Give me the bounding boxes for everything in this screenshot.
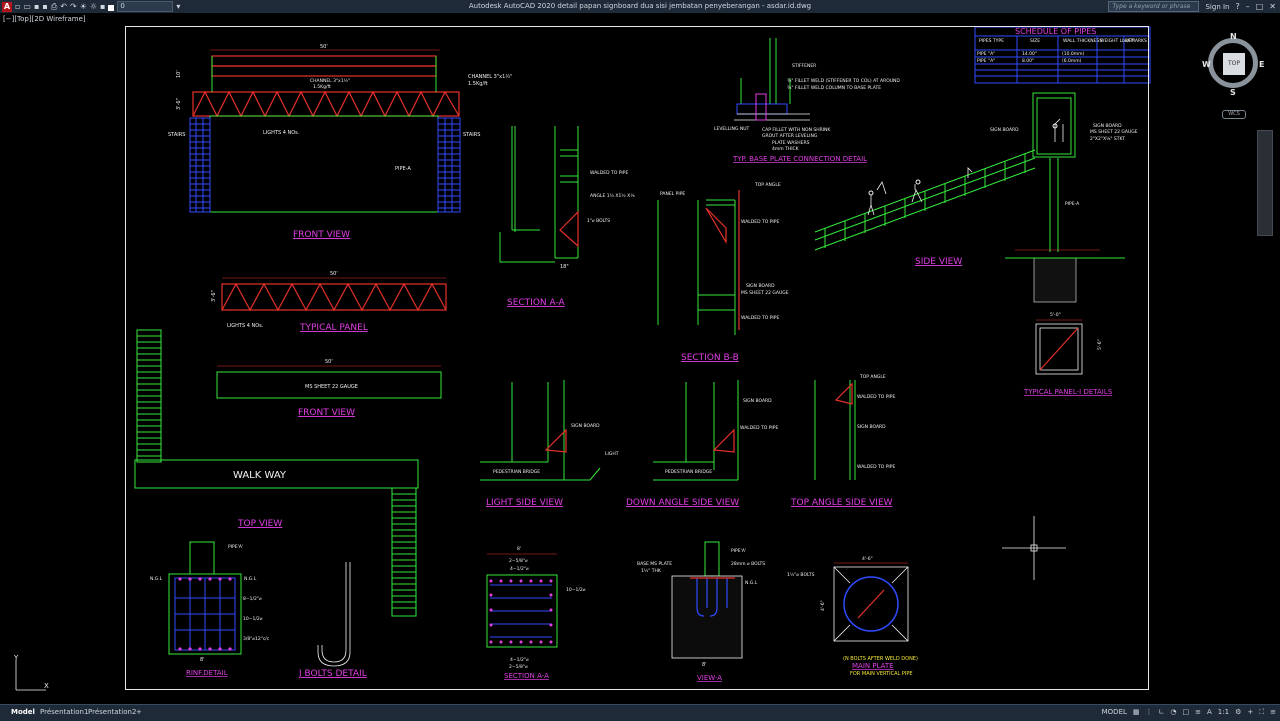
tab-model[interactable]: Model [11,708,35,716]
compass-east[interactable]: E [1259,60,1264,69]
tab-presentation1[interactable]: Présentation1 [40,708,88,716]
svg-text:X: X [44,682,49,690]
add-tab-button[interactable]: + [136,708,142,716]
viewcube[interactable]: TOP N S W E [1202,32,1266,97]
drawing-frame [125,26,1149,690]
grid-icon[interactable]: ▦ [1133,708,1140,717]
snap-icon[interactable]: ⋮ [1146,708,1153,717]
model-space-toggle[interactable]: MODEL [1102,708,1127,717]
ucs-icon: Y X [13,654,49,691]
compass-north[interactable]: N [1230,32,1237,41]
annotation-icon[interactable]: A [1207,708,1212,717]
scale-dropdown[interactable]: 1:1 [1218,708,1229,717]
osnap-icon[interactable]: □ [1183,708,1190,717]
plus-icon[interactable]: + [1247,708,1253,717]
lineweight-icon[interactable]: ≡ [1195,708,1201,717]
tab-presentation2[interactable]: Présentation2 [88,708,136,716]
polar-icon[interactable]: ◔ [1170,708,1176,717]
status-bar: Model Présentation1 Présentation2 + MODE… [0,704,1280,721]
menu-icon[interactable]: ≡ [1270,708,1276,717]
ortho-icon[interactable]: ∟ [1159,708,1165,717]
compass-south[interactable]: S [1230,88,1236,97]
compass-west[interactable]: W [1202,60,1211,69]
wcs-menu[interactable]: WCS [1222,110,1246,119]
status-tools: MODEL ▦ ⋮ ∟ ◔ □ ≡ A 1:1 ⚙ + ⛶ ≡ [1102,708,1276,717]
navigation-bar[interactable] [1257,130,1273,236]
gear-icon[interactable]: ⚙ [1235,708,1241,717]
svg-text:Y: Y [13,654,19,662]
viewcube-top-face[interactable]: TOP [1223,53,1245,75]
fullscreen-icon[interactable]: ⛶ [1259,708,1264,717]
